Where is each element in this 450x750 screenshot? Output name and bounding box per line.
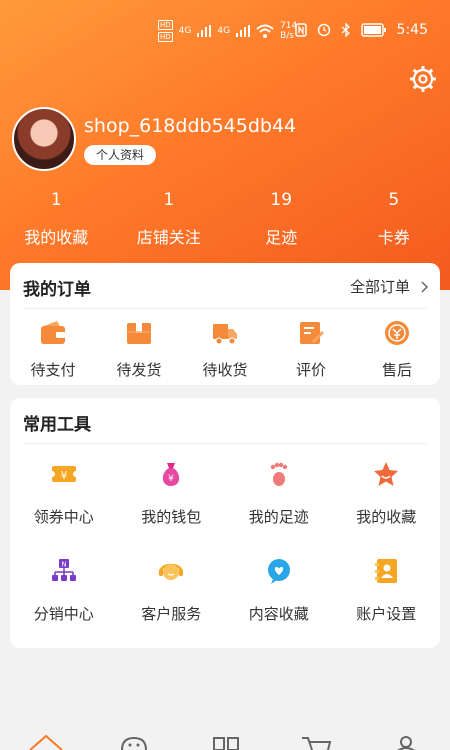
stat-followed-stores[interactable]: 1 店铺关注 <box>113 190 226 248</box>
tools-card: 常用工具 ¥ 领券中心 ¥ 我的钱包 我的足迹 我的收藏 N 分销中心 客户服务 <box>10 398 440 648</box>
bottom-tab-bar <box>0 730 450 750</box>
tool-label: 客户服务 <box>141 605 202 623</box>
svg-text:¥: ¥ <box>60 469 67 482</box>
order-pending-receipt[interactable]: 待收货 <box>190 319 260 380</box>
signal-icon <box>197 25 212 37</box>
all-orders-label: 全部订单 <box>349 278 410 296</box>
svg-text:N: N <box>61 561 66 569</box>
order-label: 待收货 <box>202 361 248 379</box>
distribution-icon: N <box>51 559 76 581</box>
category-tab-icon[interactable] <box>114 734 154 750</box>
stat-label: 卡券 <box>377 228 410 247</box>
alarm-icon <box>317 23 330 37</box>
chevron-right-icon <box>421 280 428 293</box>
review-icon <box>300 322 324 344</box>
star-icon <box>374 462 399 486</box>
hd-badge: HD <box>158 32 173 42</box>
divider <box>23 443 427 444</box>
username: shop_618ddb545db44 <box>84 115 297 137</box>
wifi-icon <box>256 24 274 38</box>
tool-label: 我的钱包 <box>141 508 202 526</box>
tools-title: 常用工具 <box>23 415 91 435</box>
tool-customer-service[interactable]: 客户服务 <box>118 557 226 624</box>
stat-value: 1 <box>50 190 62 210</box>
order-status-row: 待支付 待发货 待收货 评价 售后 <box>10 319 440 380</box>
stat-favorites[interactable]: 1 我的收藏 <box>0 190 113 248</box>
tool-label: 账户设置 <box>356 605 417 623</box>
avatar[interactable] <box>12 107 76 171</box>
system-indicators: 5:45 <box>294 22 428 38</box>
tools-grid: ¥ 领券中心 ¥ 我的钱包 我的足迹 我的收藏 N 分销中心 客户服务 内容收藏 <box>10 460 440 624</box>
settings-gear-icon[interactable] <box>408 64 438 94</box>
stat-label: 足迹 <box>265 228 298 247</box>
address-book-icon <box>375 559 398 583</box>
status-bar: HD HD 4G 4G 714 B/s 5:45 <box>0 18 450 48</box>
stat-coupons[interactable]: 5 卡券 <box>338 190 450 248</box>
bluetooth-icon <box>341 23 350 37</box>
tool-coupon-center[interactable]: ¥ 领券中心 <box>10 460 118 527</box>
stat-value: 19 <box>270 190 293 210</box>
tool-label: 我的足迹 <box>248 508 309 526</box>
divider <box>23 308 427 309</box>
order-label: 售后 <box>381 361 412 379</box>
tool-label: 内容收藏 <box>248 605 309 623</box>
network-type: 4G <box>217 26 231 36</box>
tool-my-favorites[interactable]: 我的收藏 <box>333 460 441 527</box>
after-sales-icon <box>385 321 409 345</box>
order-pending-payment[interactable]: 待支付 <box>18 319 88 380</box>
profile-tab-icon[interactable] <box>386 734 426 750</box>
clock: 5:45 <box>396 22 428 38</box>
wallet-icon <box>41 321 65 344</box>
tool-label: 我的收藏 <box>356 508 417 526</box>
stat-value: 1 <box>163 190 175 210</box>
tool-label: 领券中心 <box>33 508 94 526</box>
stats-row: 1 我的收藏 1 店铺关注 19 足迹 5 卡券 <box>0 190 450 248</box>
order-label: 待支付 <box>30 361 76 379</box>
coupon-icon: ¥ <box>48 466 79 482</box>
stat-label: 我的收藏 <box>24 228 89 247</box>
customer-service-icon <box>159 563 184 580</box>
order-review[interactable]: 评价 <box>276 319 346 380</box>
orders-card: 我的订单 全部订单 待支付 待发货 待收货 评价 售后 <box>10 263 440 385</box>
orders-title: 我的订单 <box>23 280 91 300</box>
network-type: 4G <box>178 26 192 36</box>
svg-text:¥: ¥ <box>168 474 174 484</box>
discover-tab-icon[interactable] <box>206 734 246 750</box>
profile-info-button[interactable]: 个人资料 <box>84 145 157 165</box>
tool-my-footprints[interactable]: 我的足迹 <box>225 460 333 527</box>
order-label: 评价 <box>295 361 326 379</box>
money-bag-icon: ¥ <box>163 463 180 486</box>
cart-tab-icon[interactable] <box>296 734 336 750</box>
profile-header: HD HD 4G 4G 714 B/s 5:45 shop_618ddb545d… <box>0 0 450 290</box>
chat-heart-icon <box>267 559 290 584</box>
tool-my-wallet[interactable]: ¥ 我的钱包 <box>118 460 226 527</box>
order-after-sales[interactable]: 售后 <box>362 319 432 380</box>
order-pending-shipment[interactable]: 待发货 <box>104 319 174 380</box>
stat-value: 5 <box>388 190 400 210</box>
signal-icon <box>236 25 251 37</box>
tool-label: 分销中心 <box>33 605 94 623</box>
footprint-icon <box>270 462 287 486</box>
battery-icon <box>360 23 386 37</box>
nfc-icon <box>294 23 307 37</box>
network-indicators: HD HD 4G 4G 714 B/s <box>158 20 297 42</box>
hd-badge: HD <box>158 20 173 30</box>
stat-footprints[interactable]: 19 足迹 <box>225 190 338 248</box>
truck-icon <box>213 324 237 345</box>
package-icon <box>127 323 151 344</box>
tool-content-favorites[interactable]: 内容收藏 <box>225 557 333 624</box>
order-label: 待发货 <box>116 361 162 379</box>
stat-label: 店铺关注 <box>136 228 201 247</box>
home-tab-icon[interactable] <box>26 734 66 750</box>
tool-account-settings[interactable]: 账户设置 <box>333 557 441 624</box>
tool-distribution-center[interactable]: N 分销中心 <box>10 557 118 624</box>
all-orders-link[interactable]: 全部订单 <box>350 276 428 297</box>
